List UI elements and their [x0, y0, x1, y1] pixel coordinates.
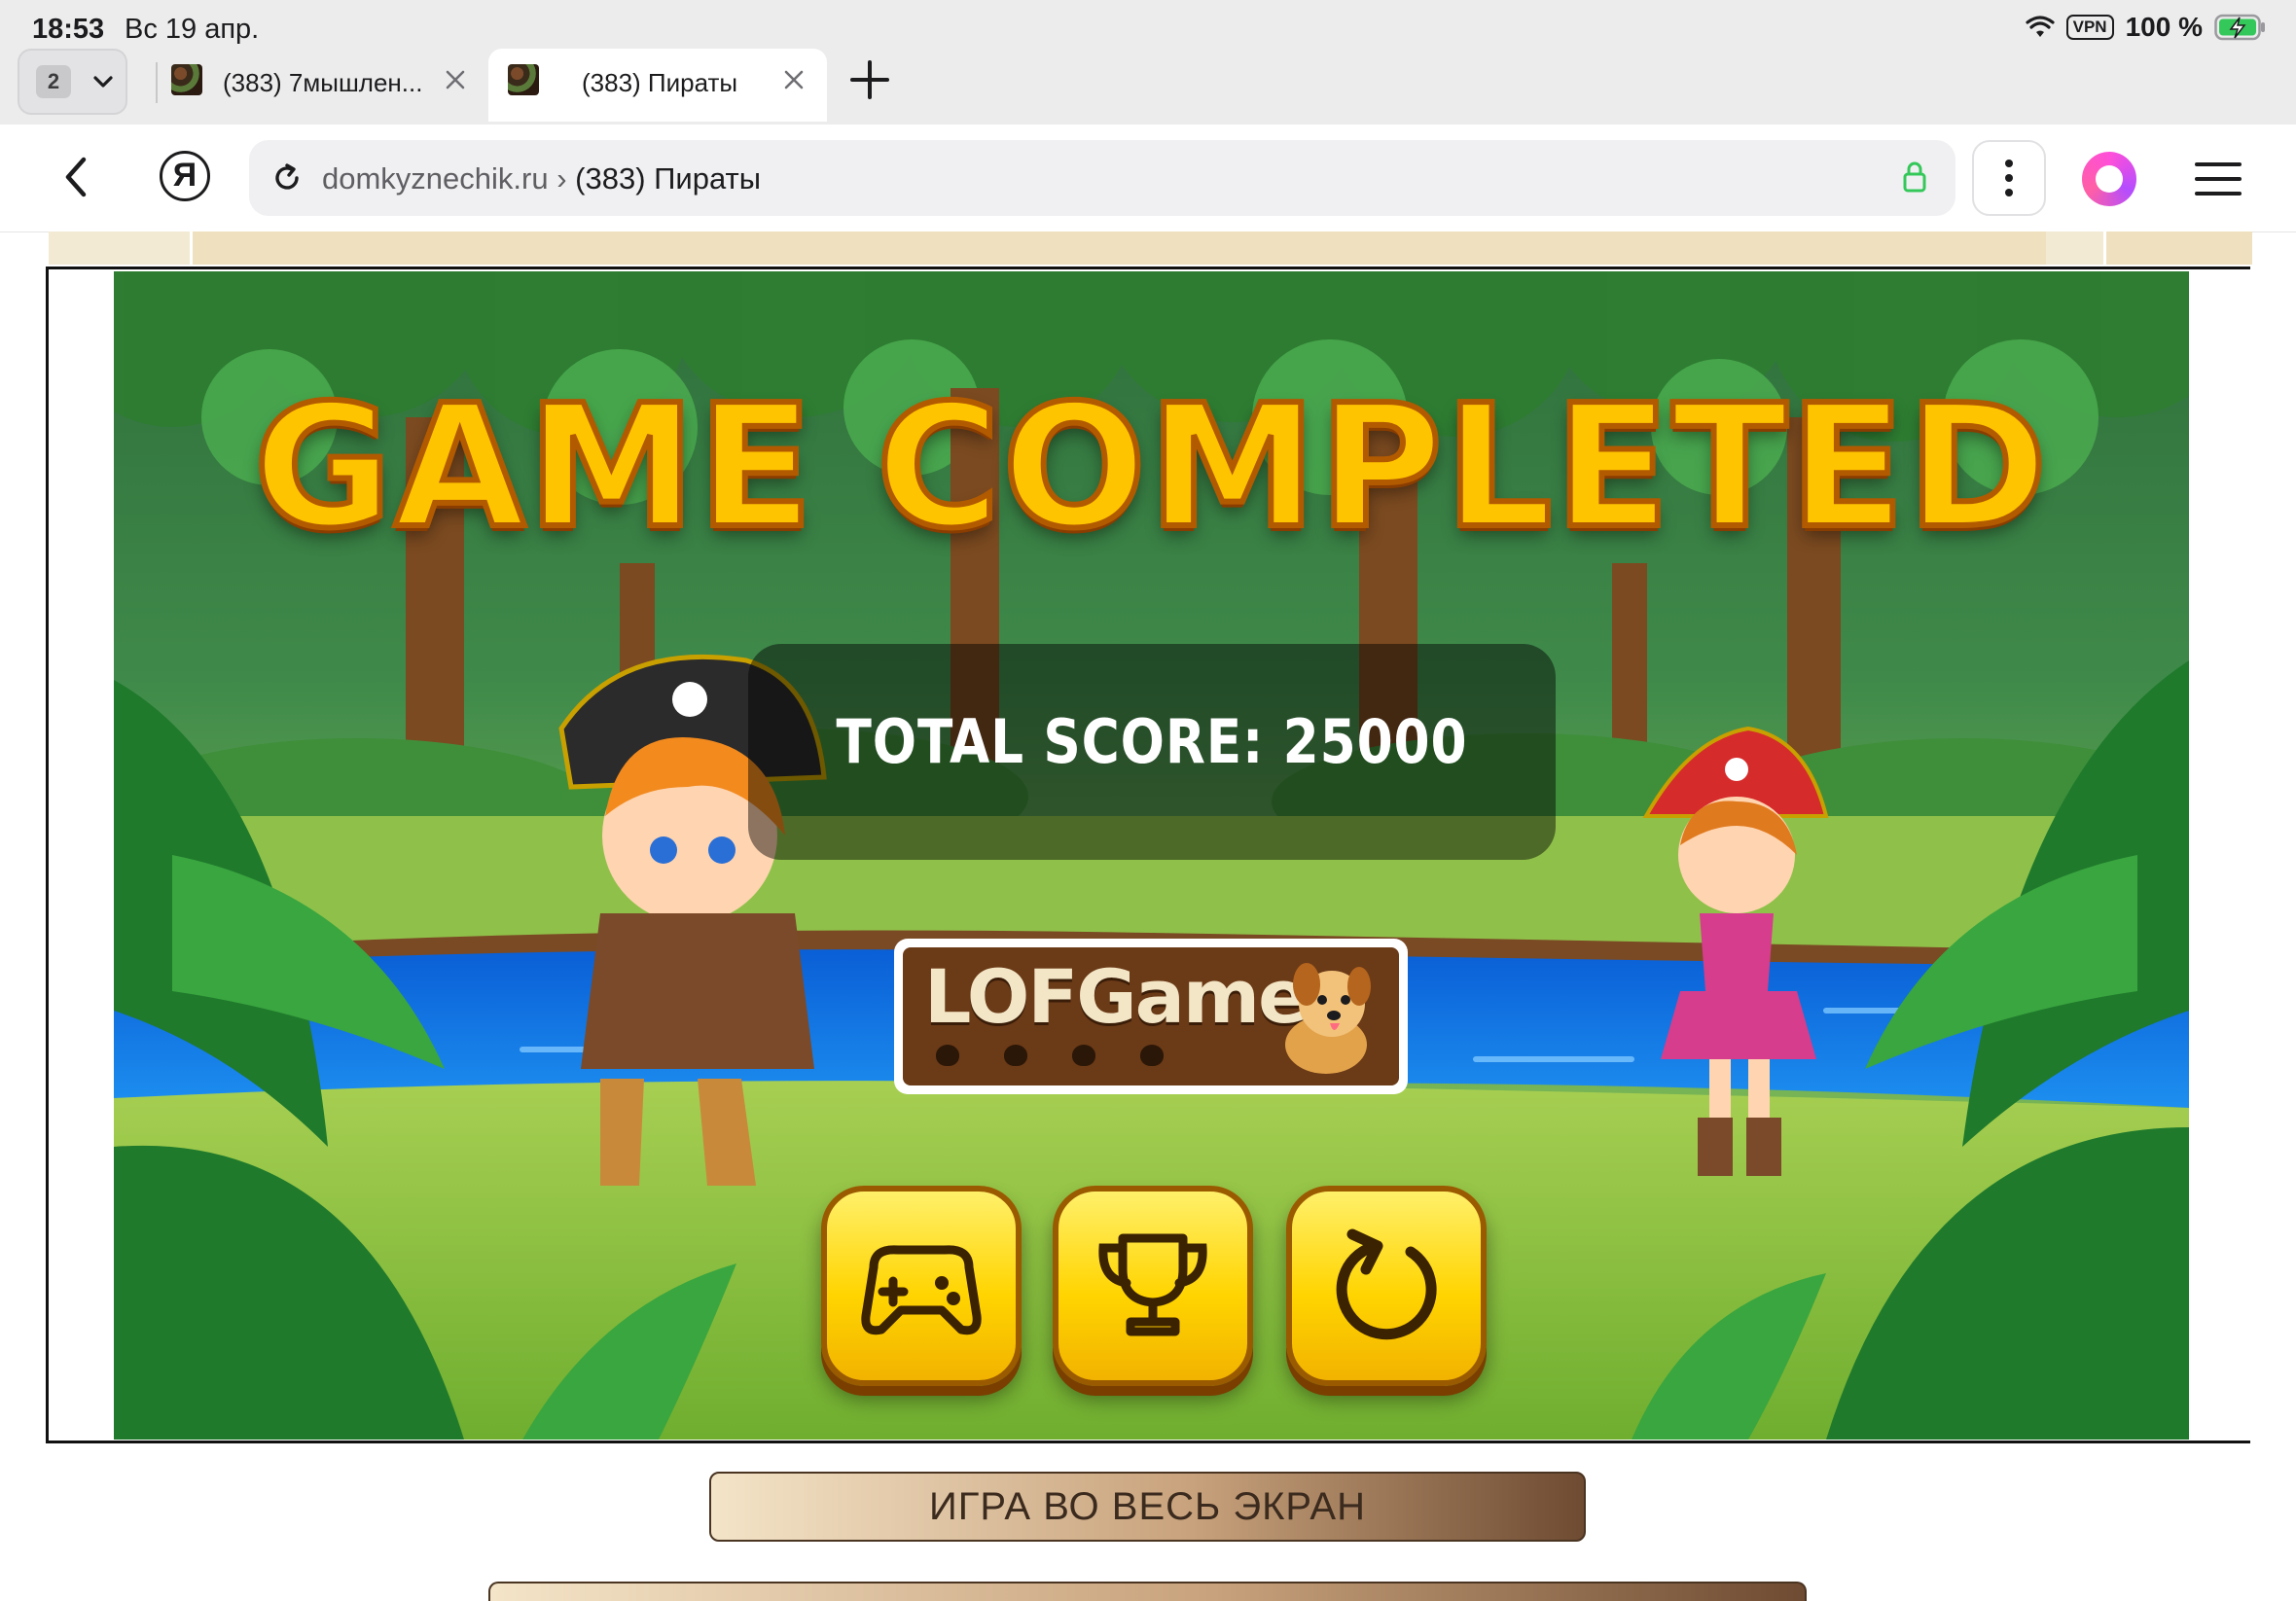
tab-groups-button[interactable]: 2 [18, 49, 127, 115]
total-score: TOTAL SCORE: 25000 [836, 706, 1468, 777]
alice-assistant-icon[interactable] [2082, 152, 2136, 206]
status-time: 18:53 [32, 14, 105, 45]
url-page-title: (383) Пираты [575, 161, 762, 196]
url-field[interactable]: domkyznechik.ru › (383) Пираты [249, 140, 1955, 216]
trophy-icon [1098, 1233, 1207, 1336]
replay-icon [1336, 1228, 1437, 1340]
tab-count: 2 [36, 65, 71, 98]
address-bar: Я domkyznechik.ru › (383) Пираты [0, 125, 2296, 232]
paw-icon [936, 1045, 959, 1066]
replay-button[interactable] [1286, 1186, 1487, 1386]
yandex-home-button[interactable]: Я [160, 151, 210, 201]
lock-icon[interactable] [1901, 160, 1928, 195]
tab-strip: 2 (383) 7мышлен... (383) Пираты [0, 49, 2296, 125]
status-bar: 18:53 Вс 19 апр. VPN 100 % [0, 0, 2296, 49]
more-games-button[interactable] [821, 1186, 1022, 1386]
fullscreen-button[interactable]: ИГРА ВО ВЕСЬ ЭКРАН [709, 1472, 1586, 1542]
paw-icon [1072, 1045, 1095, 1066]
gamepad-icon [861, 1245, 982, 1335]
vpn-badge: VPN [2065, 15, 2114, 40]
url-separator: › [548, 161, 576, 196]
site-favicon-icon [508, 64, 539, 95]
tab-divider [156, 62, 158, 103]
tab-inactive[interactable]: (383) 7мышлен... [161, 49, 483, 122]
close-icon[interactable] [442, 66, 469, 93]
back-arrow-icon[interactable] [60, 154, 91, 200]
reload-icon[interactable] [270, 161, 304, 195]
close-icon[interactable] [780, 66, 807, 93]
game-completed-title: GAME COMPLETED [250, 366, 2050, 569]
page-top-strip [49, 231, 2252, 265]
chevron-down-icon [93, 76, 113, 88]
paw-icon [1140, 1045, 1164, 1066]
tab-active[interactable]: (383) Пираты [488, 49, 827, 122]
more-vertical-icon [2005, 160, 2013, 196]
paw-icon [1004, 1045, 1027, 1066]
tab-title: (383) Пираты [582, 68, 738, 97]
url-domain: domkyznechik.ru [322, 161, 549, 196]
lofgames-logo[interactable]: LOFGames [894, 939, 1408, 1094]
leaderboard-button[interactable] [1053, 1186, 1253, 1386]
game-canvas[interactable]: GAME COMPLETED TOTAL SCORE: 25000 LOFGam… [114, 271, 2189, 1440]
url-text: domkyznechik.ru › (383) Пираты [322, 161, 761, 196]
page-top-strip-segment [2103, 231, 2252, 265]
dog-mascot-icon [1285, 963, 1371, 1074]
hamburger-menu-icon[interactable] [2194, 160, 2242, 198]
score-panel: TOTAL SCORE: 25000 [748, 644, 1556, 860]
battery-charging-icon [2214, 14, 2265, 41]
status-date: Вс 19 апр. [125, 14, 260, 45]
page-top-strip-segment [190, 231, 2046, 265]
wifi-icon [2026, 16, 2055, 37]
next-page-button[interactable] [488, 1582, 1807, 1601]
tab-title: (383) 7мышлен... [223, 68, 423, 97]
new-tab-plus-icon[interactable] [848, 58, 891, 101]
status-indicators: VPN 100 % [2026, 12, 2267, 43]
paw-prints [936, 1045, 1164, 1066]
site-favicon-icon [171, 64, 202, 95]
more-options-button[interactable] [1972, 140, 2046, 216]
battery-percent: 100 % [2125, 12, 2203, 42]
lofgames-logo-inner: LOFGames [903, 947, 1399, 1085]
